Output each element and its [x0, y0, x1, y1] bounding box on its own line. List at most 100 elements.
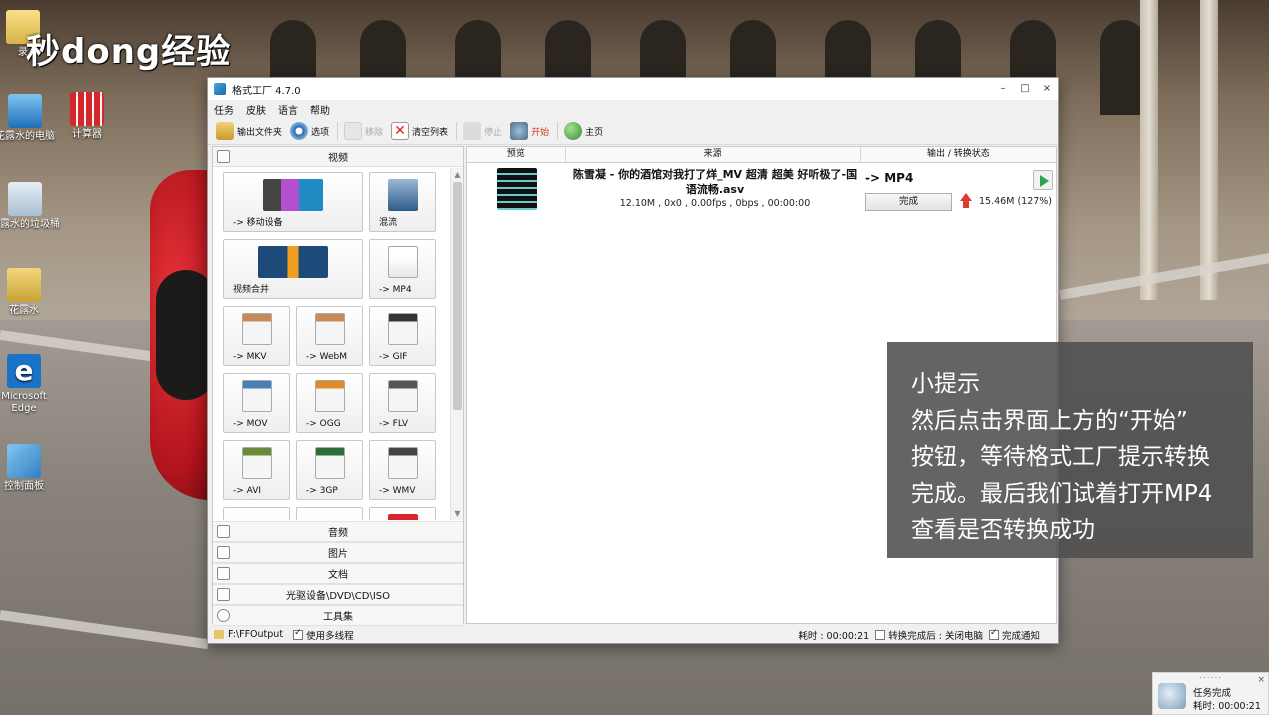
- recycle-bin-icon: [8, 182, 42, 216]
- menu-help[interactable]: 帮助: [310, 102, 330, 117]
- tile-partial[interactable]: [296, 507, 363, 520]
- clear-list-icon: ✕: [391, 122, 410, 140]
- tile-label: -> MKV: [233, 352, 267, 362]
- format-factory-icon: [1158, 683, 1186, 709]
- tile-to-flv[interactable]: -> FLV: [369, 373, 436, 433]
- title-bar[interactable]: 格式工厂 4.7.0 – □ ×: [208, 78, 1058, 100]
- tile-label: -> WMV: [379, 486, 416, 496]
- tile-scrollbar[interactable]: ▲ ▼: [450, 168, 463, 520]
- ogg-file-icon: [314, 380, 345, 412]
- status-done-button[interactable]: 完成: [865, 193, 952, 211]
- tile-mux[interactable]: 混流: [369, 172, 436, 232]
- category-video[interactable]: 视频: [213, 147, 463, 167]
- 3gp-file-icon: [314, 447, 345, 479]
- tile-label: -> FLV: [379, 419, 409, 429]
- mov-file-icon: [241, 380, 272, 412]
- tile-partial[interactable]: [369, 507, 436, 520]
- tile-mobile-device[interactable]: -> 移动设备: [223, 172, 363, 232]
- category-document[interactable]: 文档: [213, 563, 463, 584]
- tile-to-avi[interactable]: -> AVI: [223, 440, 290, 500]
- category-image[interactable]: 图片: [213, 542, 463, 563]
- category-label: 文档: [328, 570, 348, 581]
- play-output-button[interactable]: [1033, 170, 1053, 190]
- tile-video-join[interactable]: 视频合并: [223, 239, 363, 299]
- menu-task[interactable]: 任务: [214, 102, 234, 117]
- wmv-file-icon: [387, 447, 418, 479]
- mp4-file-icon: [387, 246, 418, 278]
- tile-to-ogg[interactable]: -> OGG: [296, 373, 363, 433]
- column-preview[interactable]: 预览: [467, 147, 566, 162]
- desktop-icon-computer[interactable]: 花露水的电脑: [0, 94, 60, 143]
- column-output-status[interactable]: 输出 / 转换状态: [861, 147, 1056, 162]
- watermark-logo: 秒dong经验: [26, 32, 232, 72]
- output-size-value: 15.46M: [979, 196, 1015, 207]
- options-icon: [290, 122, 309, 140]
- task-row[interactable]: 陈雪凝 - 你的酒馆对我打了烊_MV 超清 超美 好听极了-国语流畅.asv 1…: [467, 164, 1056, 214]
- scroll-thumb[interactable]: [453, 182, 462, 410]
- app-icon: [214, 83, 226, 95]
- folder-icon: [7, 268, 41, 302]
- tile-to-mov[interactable]: -> MOV: [223, 373, 290, 433]
- shutdown-checkbox[interactable]: [875, 629, 886, 640]
- tile-to-mp4[interactable]: -> MP4: [369, 239, 436, 299]
- category-tools[interactable]: 工具集: [213, 605, 463, 626]
- remove-button[interactable]: 移除: [344, 122, 383, 140]
- tip-line: 然后点击界面上方的“开始”: [911, 407, 1188, 434]
- stop-icon: [463, 122, 482, 140]
- close-button[interactable]: ×: [1036, 78, 1058, 100]
- desktop-icon-label: 花露水: [9, 305, 39, 316]
- scroll-up-arrow-icon[interactable]: ▲: [452, 168, 463, 181]
- tile-to-3gp[interactable]: -> 3GP: [296, 440, 363, 500]
- multithread-checkbox[interactable]: [293, 628, 304, 640]
- desktop-icon-edge[interactable]: e Microsoft Edge: [0, 354, 59, 415]
- toast-close-button[interactable]: ×: [1257, 675, 1265, 685]
- start-icon: [510, 122, 529, 140]
- tile-to-gif[interactable]: -> GIF: [369, 306, 436, 366]
- output-folder-button[interactable]: 输出文件夹: [216, 122, 282, 140]
- avi-file-icon: [241, 447, 272, 479]
- tile-to-mkv[interactable]: -> MKV: [223, 306, 290, 366]
- category-audio[interactable]: 音频: [213, 521, 463, 542]
- clear-list-button[interactable]: ✕ 清空列表: [391, 122, 448, 140]
- menu-bar: 任务 皮肤 语言 帮助: [208, 100, 1058, 118]
- scroll-down-arrow-icon[interactable]: ▼: [452, 507, 463, 520]
- tile-partial[interactable]: [223, 507, 290, 520]
- task-complete-toast[interactable]: ...... 任务完成 耗时: 00:00:21 ×: [1152, 671, 1269, 715]
- edge-icon: e: [7, 354, 41, 388]
- tile-to-webm[interactable]: -> WebM: [296, 306, 363, 366]
- desktop-icon-calculator[interactable]: 计算器: [52, 92, 122, 141]
- remove-icon: [344, 122, 363, 140]
- category-label: 工具集: [323, 612, 353, 623]
- options-button[interactable]: 选项: [290, 122, 329, 140]
- column-source[interactable]: 来源: [566, 147, 861, 162]
- gif-file-icon: [387, 313, 418, 345]
- desktop-icon-label: Microsoft Edge: [1, 391, 47, 414]
- floor-stripe: [0, 610, 209, 650]
- category-list: 音频 图片 文档 光驱设备\DVD\CD\ISO 工具集: [213, 521, 463, 626]
- desktop-icon-user-folder[interactable]: 花露水: [0, 268, 59, 317]
- desktop-icon-recycle-bin[interactable]: 花露水的垃圾桶: [0, 182, 60, 231]
- notify-checkbox[interactable]: [988, 628, 999, 640]
- tip-line: 完成。最后我们试着打开MP4: [911, 480, 1213, 507]
- menu-skin[interactable]: 皮肤: [246, 102, 266, 117]
- tile-to-wmv[interactable]: -> WMV: [369, 440, 436, 500]
- category-optical-drive[interactable]: 光驱设备\DVD\CD\ISO: [213, 584, 463, 605]
- desktop-icon-control-panel[interactable]: 控制面板: [0, 444, 59, 493]
- output-size: 15.46M (127%): [979, 196, 1052, 207]
- music-note-icon: [217, 525, 230, 538]
- start-button[interactable]: 开始: [510, 122, 549, 140]
- menu-language[interactable]: 语言: [278, 102, 298, 117]
- category-video-label: 视频: [328, 153, 348, 164]
- maximize-button[interactable]: □: [1014, 78, 1036, 100]
- minimize-button[interactable]: –: [992, 78, 1014, 100]
- home-button[interactable]: 主页: [564, 122, 603, 140]
- stop-button[interactable]: 停止: [463, 122, 502, 140]
- size-increase-arrow-stem: [963, 200, 969, 208]
- toast-elapsed: 耗时: 00:00:21: [1193, 701, 1261, 712]
- desktop-icon-label: 花露水的垃圾桶: [0, 219, 60, 230]
- tip-overlay: 小提示 然后点击界面上方的“开始” 按钮，等待格式工厂提示转换 完成。最后我们试…: [887, 342, 1253, 558]
- remove-label: 移除: [365, 127, 384, 138]
- output-path[interactable]: F:\FFOutput: [228, 629, 283, 640]
- status-bar: F:\FFOutput 使用多线程 耗时 : 00:00:21 转换完成后 : …: [208, 626, 1058, 643]
- disc-drive-icon: [217, 588, 230, 601]
